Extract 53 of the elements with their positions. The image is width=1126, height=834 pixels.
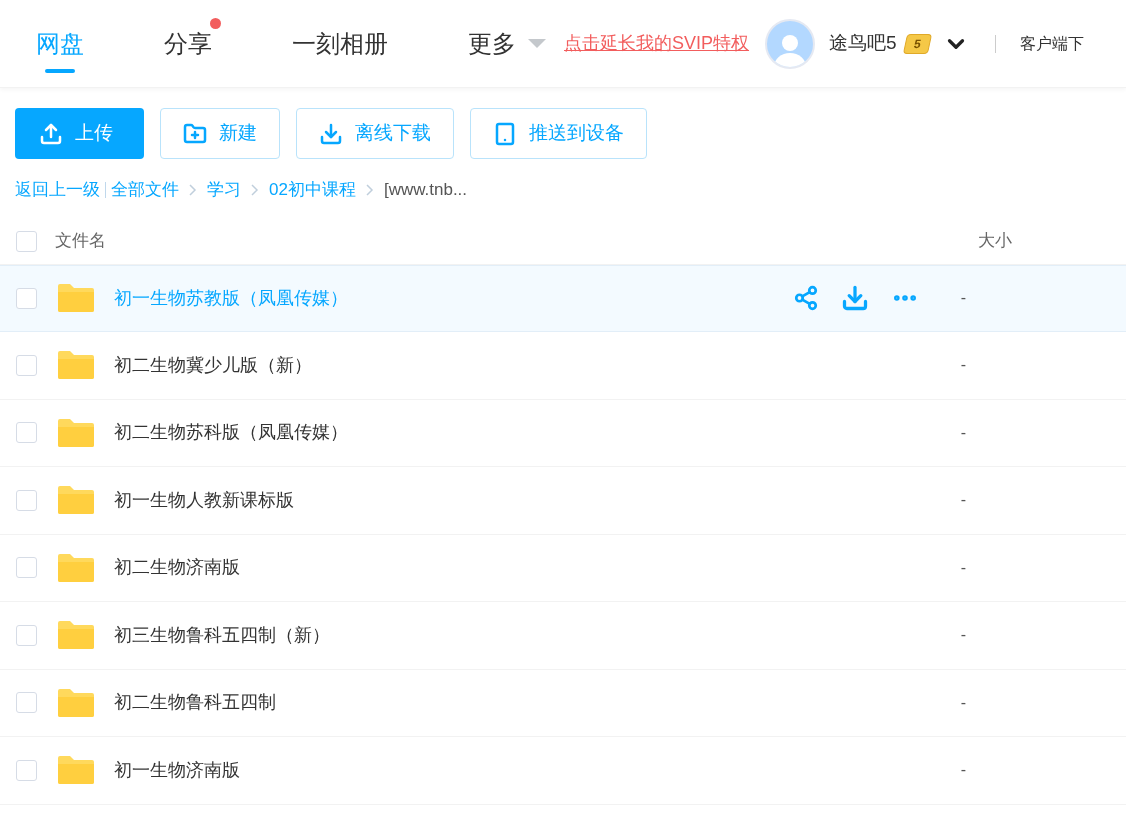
file-name[interactable]: 初一生物人教新课标版	[114, 486, 294, 514]
file-size: -	[960, 760, 966, 781]
file-name[interactable]: 初二生物济南版	[114, 554, 240, 582]
file-size: -	[960, 422, 966, 443]
folder-icon	[56, 754, 96, 787]
column-header: 大小	[978, 230, 1012, 253]
upload-icon	[39, 121, 63, 146]
download-icon[interactable]	[840, 284, 869, 313]
folder-icon	[56, 484, 96, 517]
checkbox[interactable]	[16, 489, 37, 511]
folder-plus-icon	[183, 121, 207, 146]
checkbox[interactable]	[16, 692, 37, 714]
checkbox[interactable]	[16, 624, 37, 646]
folder-icon	[56, 349, 96, 382]
file-size: -	[960, 355, 966, 376]
client-download-link[interactable]: 客户端下	[1020, 31, 1085, 56]
folder-icon	[56, 686, 96, 719]
file-name[interactable]: 初二生物苏科版（凤凰传媒）	[114, 419, 348, 447]
chevron-right-icon	[365, 183, 374, 196]
nav-tab[interactable]: 一刻相册	[292, 25, 388, 62]
checkbox[interactable]	[16, 557, 37, 579]
file-name[interactable]: 初一生物济南版	[114, 756, 240, 784]
column-header: 文件名	[55, 230, 106, 253]
file-size: -	[960, 490, 966, 511]
file-size: -	[960, 288, 966, 309]
folder-icon	[56, 619, 96, 652]
caret-icon[interactable]	[528, 38, 546, 49]
chevron-right-icon	[189, 183, 197, 196]
folder-icon	[56, 282, 96, 315]
folder-icon	[56, 551, 96, 584]
checkbox[interactable]	[16, 287, 37, 309]
file-size: -	[960, 625, 966, 646]
file-name[interactable]: 初二生物鲁科五四制	[114, 689, 276, 717]
breadcrumb-current: [www.tnb...	[383, 179, 468, 201]
nav-tab[interactable]: 分享	[164, 25, 212, 62]
folder-icon	[56, 416, 96, 449]
file-row[interactable]: 初一生物苏教版（凤凰传媒） -	[0, 264, 1126, 332]
chevron-right-icon	[251, 183, 259, 196]
user-name[interactable]: 途鸟吧5	[829, 29, 897, 58]
checkbox[interactable]	[16, 759, 37, 781]
file-name[interactable]: 初二生物冀少儿版（新）	[114, 351, 312, 379]
vip-badge: 5	[902, 33, 932, 54]
file-size: -	[960, 557, 966, 578]
checkbox[interactable]	[16, 230, 37, 252]
checkbox[interactable]	[16, 422, 37, 444]
active-tab-indicator	[45, 69, 75, 73]
download-icon	[319, 121, 343, 146]
nav-tab[interactable]: 更多	[468, 25, 516, 62]
share-icon[interactable]	[792, 285, 819, 312]
checkbox[interactable]	[16, 354, 37, 376]
file-name[interactable]: 初三生物鲁科五四制（新）	[114, 621, 330, 649]
tablet-icon	[493, 121, 517, 146]
file-size: -	[960, 692, 966, 713]
